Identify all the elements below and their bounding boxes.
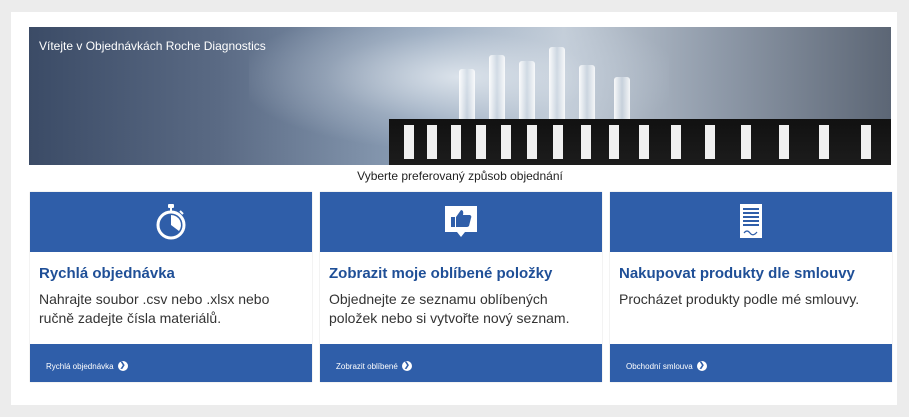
favorites-card[interactable]: Zobrazit moje oblíbené položky Objednejt… bbox=[320, 192, 602, 382]
card-footer: Zobrazit oblíbené ❯ bbox=[320, 344, 602, 382]
chevron-right-icon: ❯ bbox=[401, 361, 412, 371]
stopwatch-icon bbox=[156, 204, 186, 240]
chevron-right-icon: ❯ bbox=[117, 361, 128, 371]
card-footer: Obchodní smlouva ❯ bbox=[610, 344, 892, 382]
card-title: Rychlá objednávka bbox=[39, 265, 175, 282]
card-title: Zobrazit moje oblíbené položky bbox=[329, 265, 553, 282]
hero-title: Vítejte v Objednávkách Roche Diagnostics bbox=[39, 39, 266, 53]
quick-order-card[interactable]: Rychlá objednávka Nahrajte soubor .csv n… bbox=[30, 192, 312, 382]
card-description: Nahrajte soubor .csv nebo .xlsx nebo ruč… bbox=[39, 291, 270, 326]
card-footer: Rychlá objednávka ❯ bbox=[30, 344, 312, 382]
card-description: Procházet produkty podle mé smlouvy. bbox=[619, 291, 860, 307]
card-header bbox=[320, 192, 602, 252]
contract-document-icon bbox=[740, 204, 762, 238]
chevron-right-icon: ❯ bbox=[696, 361, 707, 371]
ordering-method-subtitle: Vyberte preferovaný způsob objednání bbox=[29, 165, 891, 187]
card-description: Objednejte ze seznamu oblíbených položek… bbox=[329, 291, 570, 326]
contract-products-card[interactable]: Nakupovat produkty dle smlouvy Procházet… bbox=[610, 192, 892, 382]
view-favorites-link[interactable]: Zobrazit oblíbené ❯ bbox=[336, 361, 412, 371]
business-contract-link[interactable]: Obchodní smlouva ❯ bbox=[626, 361, 707, 371]
link-label: Obchodní smlouva bbox=[626, 361, 693, 371]
thumbs-up-icon bbox=[445, 206, 477, 237]
link-label: Rychlá objednávka bbox=[46, 361, 114, 371]
link-label: Zobrazit oblíbené bbox=[336, 361, 398, 371]
card-title: Nakupovat produkty dle smlouvy bbox=[619, 265, 855, 282]
card-header bbox=[30, 192, 312, 252]
card-header bbox=[610, 192, 892, 252]
quick-order-link[interactable]: Rychlá objednávka ❯ bbox=[46, 361, 128, 371]
